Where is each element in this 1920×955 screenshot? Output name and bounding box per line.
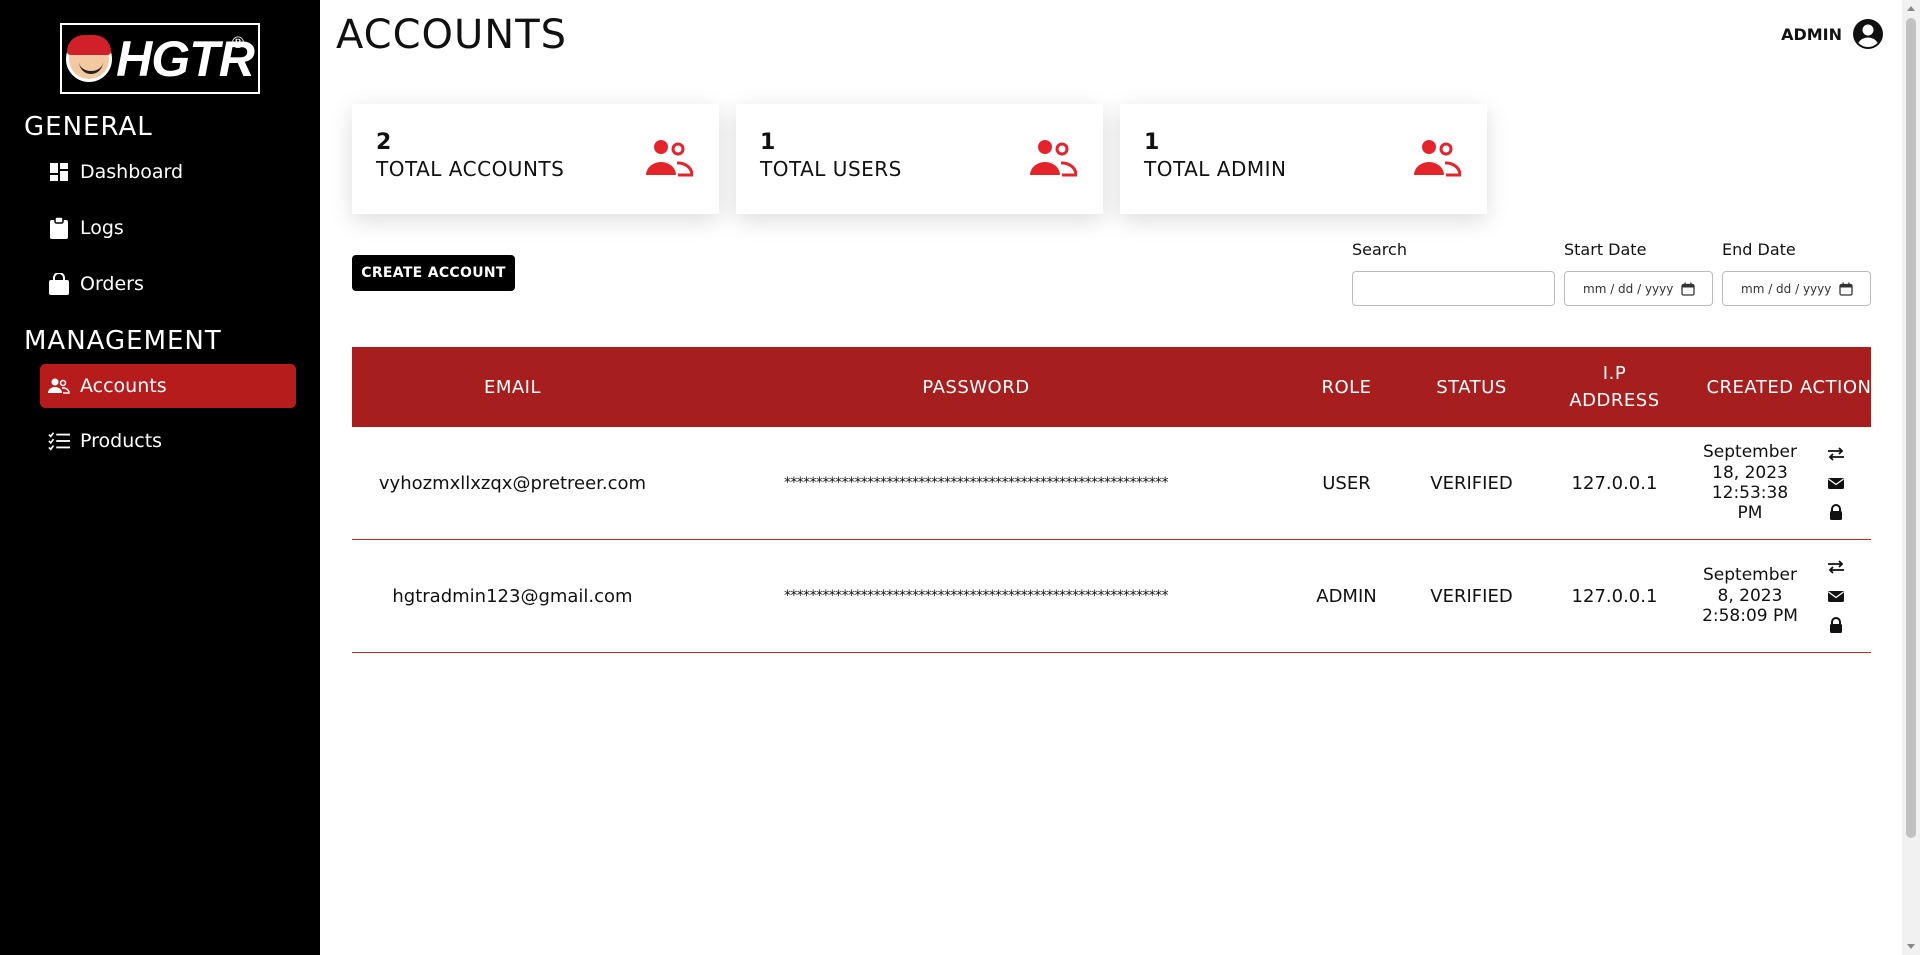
user-circle-icon[interactable]	[1852, 18, 1884, 50]
scroll-up-arrow-icon[interactable]	[1907, 6, 1915, 11]
registered-mark: ®	[230, 33, 246, 52]
sidebar-item-label: Products	[80, 430, 163, 452]
end-date-label: End Date	[1722, 240, 1796, 259]
sidebar-item-logs[interactable]: Logs	[40, 206, 296, 250]
sidebar-item-dashboard[interactable]: Dashboard	[40, 150, 296, 194]
sidebar-item-label: Logs	[80, 217, 124, 239]
created-time: 12:53:38 PM	[1711, 483, 1789, 524]
users-icon	[646, 140, 693, 177]
dashboard-icon	[48, 161, 70, 183]
column-header-status[interactable]: STATUS	[1414, 374, 1529, 401]
table-row: vyhozmxllxzqx@pretreer.com *************…	[352, 427, 1871, 540]
cell-created: September 18, 2023 12:53:38 PM	[1700, 442, 1800, 524]
sidebar-item-label: Accounts	[80, 375, 167, 397]
end-date-input[interactable]: mm / dd / yyyy	[1722, 271, 1871, 306]
cell-ip: 127.0.0.1	[1571, 472, 1658, 494]
start-date-input[interactable]: mm / dd / yyyy	[1564, 271, 1713, 306]
column-header-email[interactable]: EMAIL	[352, 374, 673, 401]
created-day-year: 18, 2023	[1712, 462, 1788, 483]
column-header-password[interactable]: PASSWORD	[673, 374, 1279, 401]
lock-icon[interactable]	[1827, 504, 1845, 520]
users-icon	[48, 375, 70, 397]
sidebar-item-orders[interactable]: Orders	[40, 262, 296, 306]
scrollbar-thumb[interactable]	[1906, 18, 1916, 838]
calendar-icon[interactable]	[1839, 282, 1854, 296]
column-header-role[interactable]: ROLE	[1279, 374, 1414, 401]
hgtr-logo[interactable]: HGTR ®	[60, 23, 260, 94]
page-title: ACCOUNTS	[336, 12, 568, 58]
cell-password: ****************************************…	[783, 588, 1169, 604]
column-header-action: ACTION	[1800, 376, 1872, 398]
end-date-placeholder: mm / dd / yyyy	[1741, 281, 1832, 296]
section-general: GENERAL	[24, 112, 153, 142]
shopping-bag-icon	[48, 273, 70, 295]
accounts-table: EMAIL PASSWORD ROLE STATUS I.P ADDRESS C…	[352, 347, 1871, 653]
cell-ip: 127.0.0.1	[1571, 585, 1658, 607]
cell-role: USER	[1322, 472, 1371, 494]
users-icon	[1030, 140, 1077, 177]
switch-role-icon[interactable]	[1827, 446, 1845, 462]
cell-actions	[1800, 559, 1871, 633]
cell-created: September 8, 2023 2:58:09 PM	[1700, 565, 1800, 626]
created-month: September	[1703, 565, 1797, 586]
calendar-icon[interactable]	[1681, 282, 1696, 296]
cell-role: ADMIN	[1316, 585, 1377, 607]
table-row: hgtradmin123@gmail.com *****************…	[352, 540, 1871, 653]
create-account-button[interactable]: CREATE ACCOUNT	[352, 255, 515, 291]
sidebar-item-products[interactable]: Products	[40, 419, 296, 463]
clipboard-icon	[48, 217, 70, 239]
switch-role-icon[interactable]	[1827, 559, 1845, 575]
created-day-year: 8, 2023	[1717, 585, 1783, 606]
stat-card-total-users: 1 TOTAL USERS	[736, 104, 1103, 214]
stat-card-total-accounts: 2 TOTAL ACCOUNTS	[352, 104, 719, 214]
sidebar: HGTR ® GENERAL Dashboard Logs Orders MAN…	[0, 0, 320, 955]
section-management: MANAGEMENT	[24, 326, 222, 356]
sidebar-item-accounts[interactable]: Accounts	[40, 364, 296, 408]
start-date-label: Start Date	[1564, 240, 1647, 259]
users-icon	[1414, 140, 1461, 177]
cell-email: vyhozmxllxzqx@pretreer.com	[378, 472, 647, 494]
cell-actions	[1800, 446, 1871, 520]
created-month: September	[1703, 442, 1797, 463]
scroll-down-arrow-icon[interactable]	[1907, 944, 1915, 949]
table-header: EMAIL PASSWORD ROLE STATUS I.P ADDRESS C…	[352, 347, 1871, 427]
cell-email: hgtradmin123@gmail.com	[392, 585, 633, 607]
mascot-icon	[66, 34, 113, 82]
page-scrollbar[interactable]	[1902, 0, 1920, 955]
envelope-icon[interactable]	[1827, 475, 1845, 491]
start-date-placeholder: mm / dd / yyyy	[1583, 281, 1674, 296]
search-input[interactable]	[1352, 271, 1555, 306]
checklist-icon	[48, 430, 70, 452]
created-time: 2:58:09 PM	[1702, 606, 1798, 627]
cell-status: VERIFIED	[1430, 585, 1513, 607]
user-menu[interactable]: ADMIN	[1781, 18, 1884, 50]
lock-icon[interactable]	[1827, 617, 1845, 633]
envelope-icon[interactable]	[1827, 588, 1845, 604]
cell-password: ****************************************…	[783, 475, 1169, 491]
sidebar-item-label: Orders	[80, 273, 144, 295]
search-label: Search	[1352, 240, 1407, 259]
sidebar-item-label: Dashboard	[80, 161, 184, 183]
stat-card-total-admin: 1 TOTAL ADMIN	[1120, 104, 1487, 214]
column-header-created[interactable]: CREATED	[1700, 374, 1800, 401]
column-header-ip-address[interactable]: I.P ADDRESS	[1529, 360, 1700, 414]
user-name: ADMIN	[1781, 24, 1842, 44]
cell-status: VERIFIED	[1430, 472, 1513, 494]
